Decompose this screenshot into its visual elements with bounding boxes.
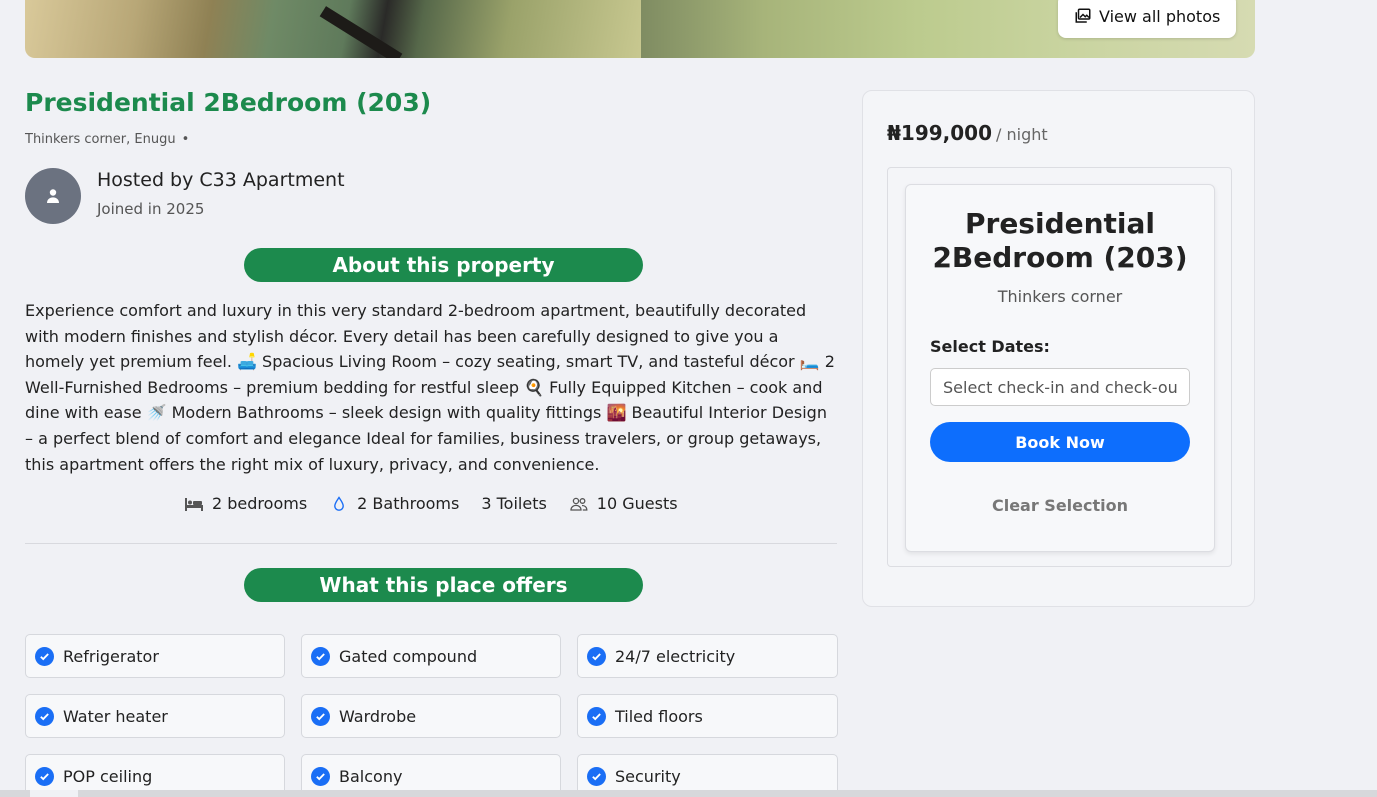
check-circle-icon: [587, 706, 606, 726]
page-title: Presidential 2Bedroom (203): [25, 88, 432, 117]
toilets-label: 3 Toilets: [481, 494, 547, 513]
bedrooms-label: 2 bedrooms: [212, 494, 308, 513]
price-per-night: ₦199,000/ night: [887, 121, 1048, 145]
guests-label: 10 Guests: [596, 494, 678, 513]
guests-icon: [570, 497, 588, 511]
price-value: ₦199,000: [887, 121, 993, 145]
host-avatar: [25, 168, 81, 224]
feature-bathrooms: 2 Bathrooms: [329, 494, 459, 513]
booking-widget: Presidential 2Bedroom (203) Thinkers cor…: [887, 167, 1232, 567]
location-separator: •: [181, 132, 190, 147]
view-all-photos-label: View all photos: [1099, 6, 1221, 26]
property-location: Thinkers corner, Enugu •: [25, 132, 189, 147]
amenity-item: 24/7 electricity: [577, 634, 838, 678]
booking-property-title: Presidential 2Bedroom (203): [932, 207, 1188, 274]
amenity-label: Gated compound: [339, 646, 478, 666]
book-now-button[interactable]: Book Now: [930, 422, 1190, 462]
amenity-label: Balcony: [339, 766, 403, 786]
check-circle-icon: [587, 646, 606, 666]
amenity-item: Wardrobe: [301, 694, 561, 738]
user-icon: [47, 189, 59, 203]
water-drop-icon: [334, 495, 345, 511]
check-circle-icon: [35, 706, 54, 726]
amenity-item: Tiled floors: [577, 694, 838, 738]
booking-form: Presidential 2Bedroom (203) Thinkers cor…: [905, 184, 1215, 552]
amenity-label: Water heater: [63, 706, 168, 726]
photos-icon: [1075, 8, 1091, 23]
feature-bedrooms: 2 bedrooms: [184, 494, 307, 513]
horizontal-scrollbar[interactable]: [0, 790, 1377, 797]
amenity-label: Wardrobe: [339, 706, 417, 726]
check-circle-icon: [35, 646, 54, 666]
amenity-label: Security: [615, 766, 681, 786]
amenity-item: Water heater: [25, 694, 285, 738]
check-circle-icon: [311, 706, 330, 726]
check-circle-icon: [311, 646, 330, 666]
booking-card: ₦199,000/ night Presidential 2Bedroom (2…: [862, 90, 1255, 607]
location-text: Thinkers corner, Enugu: [25, 132, 176, 147]
bed-icon: [185, 497, 203, 511]
property-description: Experience comfort and luxury in this ve…: [25, 301, 835, 474]
scrollbar-thumb[interactable]: [30, 790, 78, 797]
view-all-photos-button[interactable]: View all photos: [1058, 0, 1237, 38]
bathrooms-label: 2 Bathrooms: [357, 494, 460, 513]
per-night-label: / night: [996, 125, 1048, 144]
booking-property-location: Thinkers corner: [997, 287, 1123, 306]
offers-heading: What this place offers: [244, 568, 643, 602]
clear-selection-button[interactable]: Clear Selection: [906, 496, 1214, 515]
host-name: Hosted by C33 Apartment: [97, 169, 345, 191]
amenities-grid: Refrigerator Gated compound 24/7 electri…: [25, 634, 838, 797]
feature-toilets: 3 Toilets: [481, 494, 546, 513]
amenity-item: Refrigerator: [25, 634, 285, 678]
amenity-label: Refrigerator: [63, 646, 159, 666]
check-circle-icon: [311, 766, 330, 786]
about-heading: About this property: [244, 248, 643, 282]
amenity-item: Gated compound: [301, 634, 561, 678]
check-circle-icon: [587, 766, 606, 786]
host-joined-date: Joined in 2025: [97, 200, 205, 218]
amenity-label: Tiled floors: [615, 706, 703, 726]
amenity-label: 24/7 electricity: [615, 646, 736, 666]
select-dates-label: Select Dates:: [930, 337, 1050, 356]
amenity-label: POP ceiling: [63, 766, 153, 786]
property-features: 2 bedrooms 2 Bathrooms 3 Toilets 10 Gues…: [184, 494, 678, 513]
date-range-input[interactable]: [930, 368, 1190, 406]
section-divider: [25, 543, 837, 544]
feature-guests: 10 Guests: [569, 494, 678, 513]
check-circle-icon: [35, 766, 54, 786]
gallery-photo-1[interactable]: [25, 0, 641, 58]
